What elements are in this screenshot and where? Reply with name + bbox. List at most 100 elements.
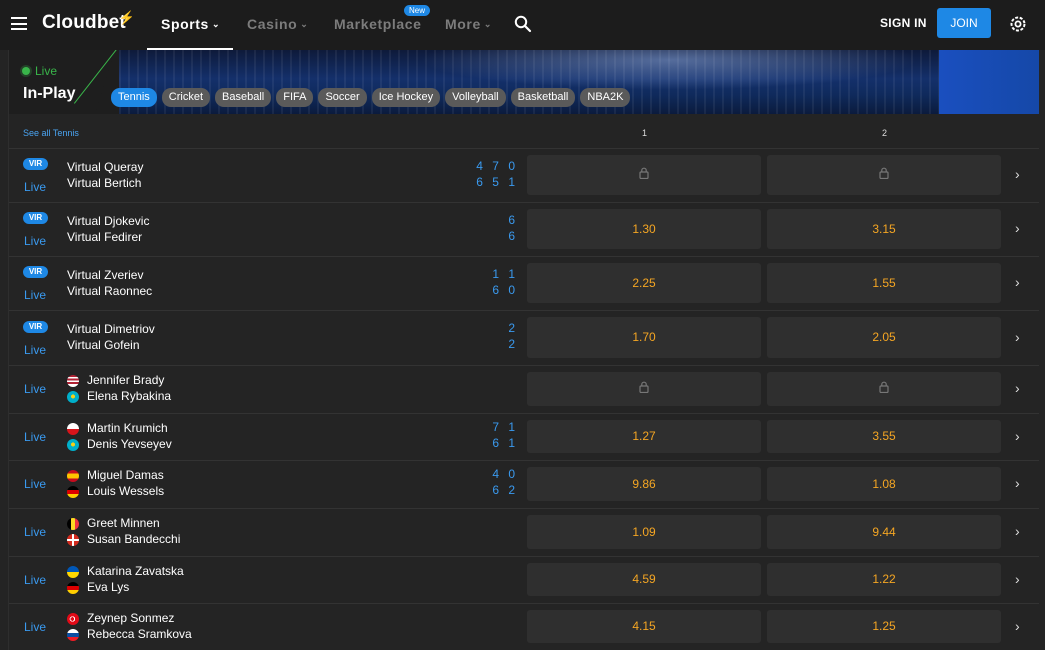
player-1-score: 4 7 0: [476, 159, 518, 173]
player-1-score: 1 1: [492, 267, 518, 281]
player-1-score: 7 1: [492, 420, 518, 434]
match-row[interactable]: VIR Live Virtual Queray Virtual Bertich 4 7 …: [9, 148, 1039, 202]
chevron-right-icon[interactable]: ›: [1015, 523, 1020, 539]
chevron-right-icon[interactable]: ›: [1015, 380, 1020, 396]
odds-button-1[interactable]: 4.59: [527, 563, 761, 596]
odds-button-1[interactable]: 1.09: [527, 515, 761, 549]
player-1-name: Zeynep Sonmez: [87, 611, 175, 625]
sport-chip-volleyball[interactable]: Volleyball: [445, 88, 506, 107]
chevron-right-icon[interactable]: ›: [1015, 220, 1020, 236]
match-row[interactable]: Live Miguel Damas Louis Wessels 4 0 6 2 9.86 1…: [9, 460, 1039, 508]
live-status: Live: [24, 343, 47, 357]
match-row[interactable]: VIR Live Virtual Djokevic Virtual Fedirer 6 6…: [9, 202, 1039, 256]
match-row[interactable]: Live Zeynep Sonmez Rebecca Sramkova 4.15 1.2…: [9, 603, 1039, 650]
virtual-badge: VIR: [23, 158, 48, 170]
odds-button-2[interactable]: 3.55: [767, 420, 1001, 453]
odds-button-2: [767, 372, 1001, 406]
odds-button-1: [527, 372, 761, 406]
odds-button-2[interactable]: 1.25: [767, 610, 1001, 643]
player-1-flag-icon: [67, 470, 79, 482]
odds-button-2[interactable]: 2.05: [767, 317, 1001, 358]
player-2-name: Elena Rybakina: [87, 389, 172, 403]
chevron-right-icon[interactable]: ›: [1015, 274, 1020, 290]
lock-icon: [639, 372, 649, 394]
player-1-flag-icon: [67, 518, 79, 530]
player-2-flag-icon: [67, 534, 79, 546]
nav-more[interactable]: More ⌄: [445, 16, 492, 32]
odds-button-1[interactable]: 9.86: [527, 467, 761, 501]
sport-chip-cricket[interactable]: Cricket: [161, 88, 211, 107]
player-2-name: Virtual Fedirer: [67, 230, 143, 244]
player-2-score: 6 5 1: [476, 175, 518, 189]
live-status: Live: [24, 525, 47, 539]
player-2-score: 6 0: [492, 283, 518, 297]
player-2-name: Virtual Bertich: [67, 176, 142, 190]
match-row[interactable]: VIR Live Virtual Zveriev Virtual Raonnec 1 1…: [9, 256, 1039, 310]
sign-in-button[interactable]: SIGN IN: [880, 16, 927, 30]
odds-button-2: [767, 155, 1001, 195]
inplay-banner: Live In-Play Tennis Cricket Baseball FIFA So…: [9, 50, 1039, 114]
odds-button-1[interactable]: 1.27: [527, 420, 761, 453]
player-2-flag-icon: [67, 629, 79, 641]
live-status: Live: [24, 288, 47, 302]
see-all-tennis-link[interactable]: See all Tennis: [23, 128, 79, 138]
chevron-right-icon[interactable]: ›: [1015, 329, 1020, 345]
live-status: Live: [24, 382, 47, 396]
chevron-right-icon[interactable]: ›: [1015, 166, 1020, 182]
nav-sports[interactable]: Sports ⌄: [161, 16, 220, 32]
match-row[interactable]: Live Martin Krumich Denis Yevseyev 7 1 6 1 1.…: [9, 413, 1039, 460]
chevron-right-icon[interactable]: ›: [1015, 428, 1020, 444]
player-2-flag-icon: [67, 391, 79, 403]
player-1-name: Martin Krumich: [87, 421, 168, 435]
lock-icon: [879, 372, 889, 394]
odds-button-2[interactable]: 9.44: [767, 515, 1001, 549]
column-header-2: 2: [882, 128, 888, 138]
menu-icon[interactable]: [11, 17, 27, 30]
live-indicator-icon: [22, 67, 30, 75]
search-icon[interactable]: [514, 15, 532, 33]
match-row[interactable]: VIR Live Virtual Dimetriov Virtual Gofein 2 2…: [9, 310, 1039, 365]
live-status: Live: [24, 234, 47, 248]
sport-chip-basketball[interactable]: Basketball: [510, 88, 576, 107]
odds-button-1[interactable]: 1.30: [527, 209, 761, 249]
nav-marketplace[interactable]: Marketplace: [334, 16, 422, 32]
join-button[interactable]: JOIN: [937, 8, 991, 38]
player-2-name: Denis Yevseyev: [87, 437, 172, 451]
odds-button-2[interactable]: 1.55: [767, 263, 1001, 303]
match-row[interactable]: Live Greet Minnen Susan Bandecchi 1.09 9.44 ›: [9, 508, 1039, 556]
player-1-score: 4 0: [492, 467, 518, 481]
top-navigation-bar: Cloudbet ⚡ Sports ⌄ Casino ⌄ Marketplace Ne…: [0, 0, 1045, 50]
sport-chip-nba2k[interactable]: NBA2K: [580, 88, 631, 107]
odds-button-2[interactable]: 3.15: [767, 209, 1001, 249]
cloudbet-logo[interactable]: Cloudbet ⚡: [42, 10, 135, 34]
odds-button-2[interactable]: 1.22: [767, 563, 1001, 596]
sport-chip-baseball[interactable]: Baseball: [215, 88, 272, 107]
live-status: Live: [24, 477, 47, 491]
chevron-right-icon[interactable]: ›: [1015, 618, 1020, 634]
settings-gear-icon[interactable]: [1008, 14, 1028, 34]
sport-chip-fifa[interactable]: FIFA: [276, 88, 314, 107]
player-2-score: 2: [508, 337, 518, 351]
chevron-right-icon[interactable]: ›: [1015, 475, 1020, 491]
odds-button-1: [527, 155, 761, 195]
odds-button-1[interactable]: 1.70: [527, 317, 761, 358]
player-2-score: 6 1: [492, 436, 518, 450]
chevron-right-icon[interactable]: ›: [1015, 571, 1020, 587]
sport-chip-soccer[interactable]: Soccer: [318, 88, 367, 107]
player-2-flag-icon: [67, 582, 79, 594]
sport-chip-ice-hockey[interactable]: Ice Hockey: [371, 88, 441, 107]
odds-button-1[interactable]: 2.25: [527, 263, 761, 303]
sport-filter-chips: Tennis Cricket Baseball FIFA Soccer Ice Hocke…: [111, 88, 631, 107]
odds-button-1[interactable]: 4.15: [527, 610, 761, 643]
player-1-score: 6: [508, 213, 518, 227]
nav-casino[interactable]: Casino ⌄: [247, 16, 308, 32]
player-2-name: Susan Bandecchi: [87, 532, 181, 546]
player-2-name: Rebecca Sramkova: [87, 627, 192, 641]
player-2-name: Eva Lys: [87, 580, 130, 594]
odds-button-2[interactable]: 1.08: [767, 467, 1001, 501]
match-row[interactable]: Live Katarina Zavatska Eva Lys 4.59 1.22 ›: [9, 556, 1039, 603]
bolt-icon: ⚡: [118, 10, 135, 25]
match-row[interactable]: Live Jennifer Brady Elena Rybakina ›: [9, 365, 1039, 413]
sport-chip-tennis[interactable]: Tennis: [111, 88, 157, 107]
live-status: Live: [24, 430, 47, 444]
